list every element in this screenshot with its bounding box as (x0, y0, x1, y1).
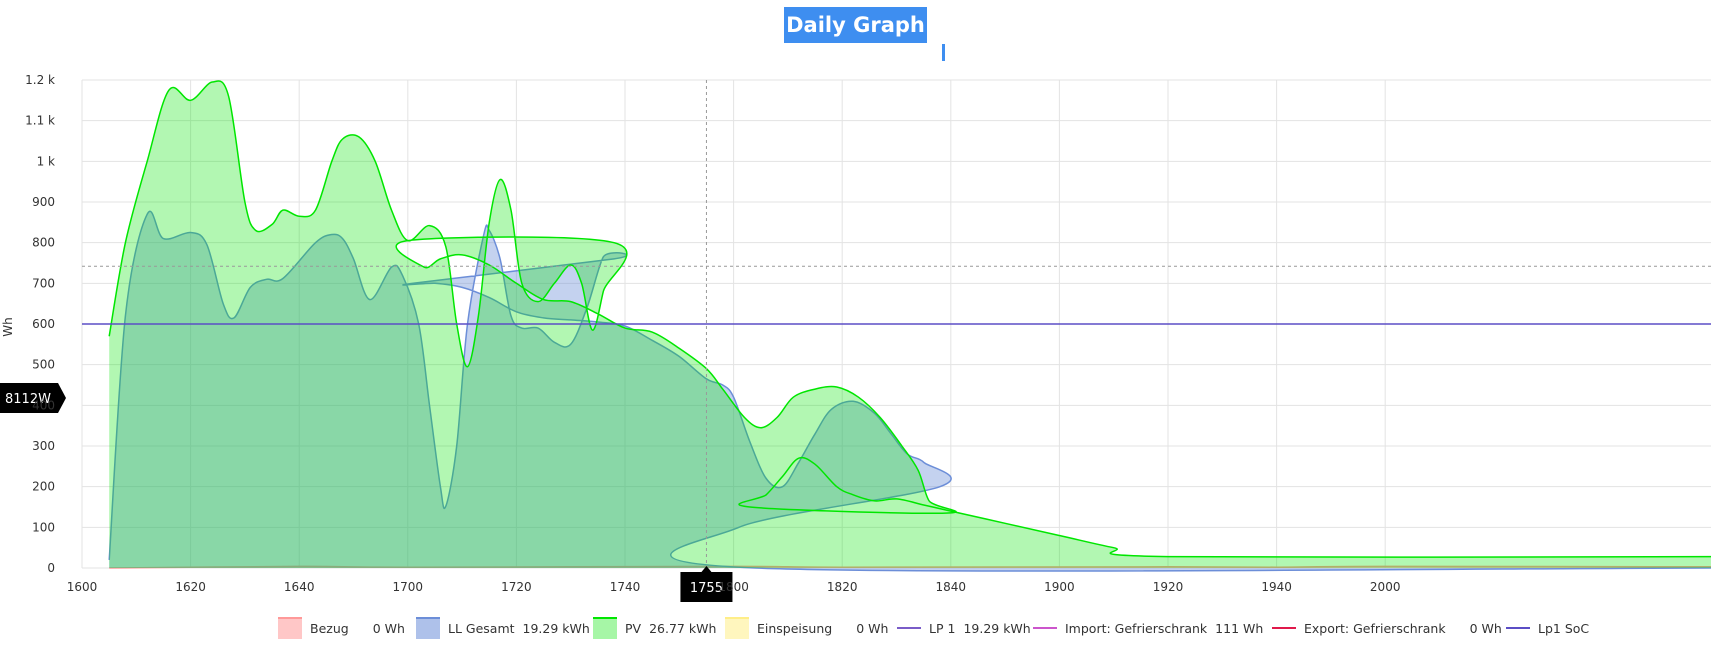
legend-total: 19.29 kWh (963, 621, 1030, 636)
legend-total: 111 Wh (1215, 621, 1263, 636)
legend-item-ll-gesamt[interactable]: LL Gesamt 19.29 kWh (416, 617, 590, 639)
x-tick-label: 1700 (393, 580, 424, 594)
y-tick-label: 1.1 k (25, 114, 55, 128)
x-tick-label: 1620 (175, 580, 206, 594)
legend-swatch (416, 618, 440, 639)
legend-item-lp1-soc[interactable]: Lp1 SoC (1506, 621, 1589, 636)
y-tick-label: 800 (32, 236, 55, 250)
y-tick-label: 500 (32, 358, 55, 372)
y-tick-label: 0 (47, 561, 55, 575)
daily-chart[interactable]: 17558112W 1600 1620 1640 1700 1720 1740 1800 18… (0, 0, 1711, 661)
legend-label: PV (625, 621, 642, 636)
legend-item-bezug[interactable]: Bezug 0 Wh (278, 617, 405, 639)
legend-label: Export: Gefrierschrank (1304, 621, 1446, 636)
legend-item-import-gefrierschrank[interactable]: Import: Gefrierschrank 111 Wh (1033, 621, 1263, 636)
legend-total: 0 Wh (1470, 621, 1502, 636)
legend-label: LP 1 (929, 621, 955, 636)
legend-swatch (278, 618, 302, 639)
series-areas (108, 80, 1711, 572)
x-tick-label: 1640 (284, 580, 315, 594)
x-tick-label: 1840 (936, 580, 967, 594)
legend-total: 0 Wh (856, 621, 888, 636)
legend-label: Bezug (310, 621, 349, 636)
legend-item-export-gefrierschrank[interactable]: Export: Gefrierschrank 0 Wh (1272, 621, 1502, 636)
legend-label: LL Gesamt (448, 621, 515, 636)
y-axis-label: Wh (1, 317, 15, 336)
x-tick-label: 1920 (1153, 580, 1184, 594)
x-axis-ticks: 1600 1620 1640 1700 1720 1740 1800 1820 1840 1900… (67, 580, 1401, 594)
x-tick-label: 2000 (1370, 580, 1401, 594)
legend-label: Import: Gefrierschrank (1065, 621, 1208, 636)
legend-swatch (593, 618, 617, 639)
y-tick-label: 1.2 k (25, 73, 55, 87)
legend-item-einspeisung[interactable]: Einspeisung 0 Wh (725, 617, 888, 639)
x-tick-label: 1800 (718, 580, 749, 594)
legend-swatch (725, 618, 749, 639)
legend[interactable]: Bezug 0 Wh LL Gesamt 19.29 kWh PV 26.77 kWh Ei… (278, 617, 1589, 639)
y-tick-label: 100 (32, 520, 55, 534)
y-tick-label: 300 (32, 439, 55, 453)
legend-label: Lp1 SoC (1538, 621, 1589, 636)
y-tick-label: 600 (32, 317, 55, 331)
x-tick-label: 1740 (610, 580, 641, 594)
y-tick-label: 200 (32, 480, 55, 494)
y-tick-label: 900 (32, 195, 55, 209)
y-tick-label: 400 (32, 398, 55, 412)
y-axis-ticks: 0 100 200 300 400 500 600 700 800 900 1 k 1.1 k 1.2 … (25, 73, 55, 575)
y-tick-label: 1 k (37, 154, 55, 168)
x-tick-label: 1940 (1261, 580, 1292, 594)
x-tick-label: 1820 (827, 580, 858, 594)
legend-total: 19.29 kWh (523, 621, 590, 636)
legend-label: Einspeisung (757, 621, 832, 636)
x-tick-label: 1720 (501, 580, 532, 594)
y-tick-label: 700 (32, 276, 55, 290)
x-tick-label: 1600 (67, 580, 98, 594)
legend-item-lp-1[interactable]: LP 1 19.29 kWh (897, 621, 1031, 636)
legend-total: 26.77 kWh (649, 621, 716, 636)
x-tick-label: 1900 (1044, 580, 1075, 594)
legend-total: 0 Wh (373, 621, 405, 636)
legend-item-pv[interactable]: PV 26.77 kWh (593, 617, 716, 639)
